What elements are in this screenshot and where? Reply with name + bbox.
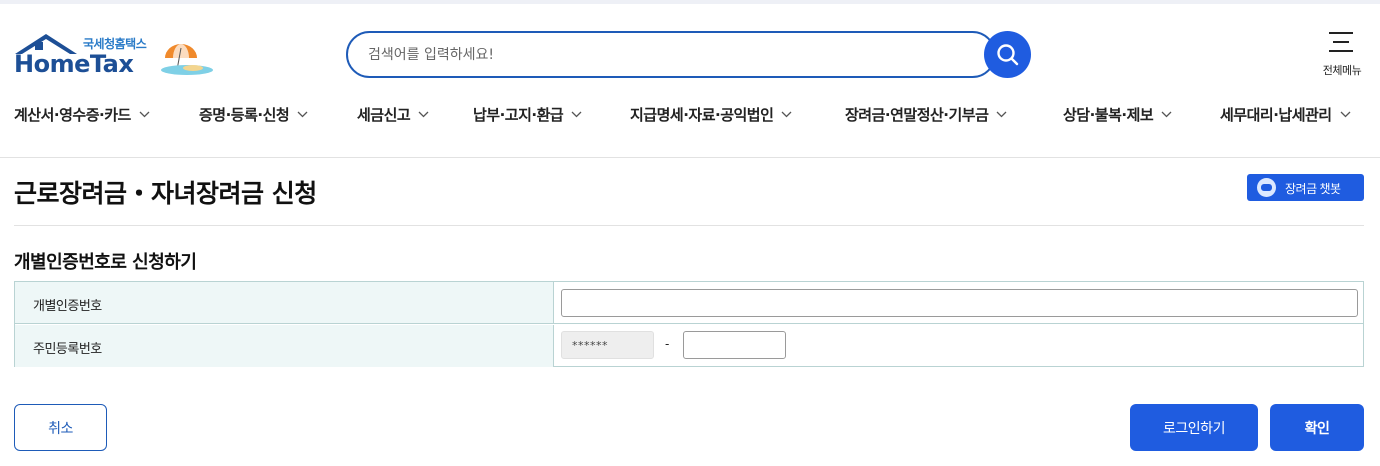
search-input[interactable] bbox=[368, 45, 968, 65]
full-menu-label: 전체메뉴 bbox=[1322, 64, 1362, 77]
nav-item-consulting[interactable]: 상담·불복·제보 bbox=[1063, 104, 1172, 125]
rrn-front-value: ****** bbox=[572, 339, 608, 352]
chevron-down-icon bbox=[781, 111, 792, 118]
chatbot-icon bbox=[1257, 178, 1276, 197]
nav-item-tax-filing[interactable]: 세금신고 bbox=[357, 104, 429, 125]
nav-divider bbox=[0, 157, 1380, 158]
form-label-cell: 개별인증번호 bbox=[15, 282, 554, 323]
chevron-down-icon bbox=[139, 111, 150, 118]
nav-item-certificates[interactable]: 증명·등록·신청 bbox=[199, 104, 308, 125]
chevron-down-icon bbox=[1161, 111, 1172, 118]
login-button[interactable]: 로그인하기 bbox=[1130, 404, 1258, 451]
nav-item-invoices[interactable]: 계산서·영수증·카드 bbox=[14, 104, 150, 125]
cert-number-label: 개별인증번호 bbox=[33, 299, 102, 314]
full-menu-button[interactable]: 전체메뉴 bbox=[1312, 30, 1372, 80]
rrn-back-input[interactable] bbox=[683, 331, 786, 359]
form-row-cert-number: 개별인증번호 bbox=[15, 282, 1363, 324]
application-form-table: 개별인증번호 주민등록번호 ****** - bbox=[14, 281, 1364, 367]
rrn-dash: - bbox=[665, 337, 670, 351]
search-icon bbox=[997, 44, 1019, 66]
form-value-cell bbox=[555, 282, 1363, 323]
form-row-rrn: 주민등록번호 ****** - bbox=[15, 325, 1363, 367]
search-button[interactable] bbox=[984, 31, 1031, 78]
rrn-front-field: ****** bbox=[561, 331, 654, 359]
form-value-cell: ****** - bbox=[555, 325, 1363, 367]
incentive-chatbot-button[interactable]: 장려금 챗봇 bbox=[1247, 174, 1364, 201]
chevron-down-icon bbox=[996, 111, 1007, 118]
hamburger-icon bbox=[1329, 32, 1353, 52]
main-nav: 계산서·영수증·카드 증명·등록·신청 세금신고 납부·고지·환급 지급명세·자… bbox=[0, 104, 1380, 134]
cancel-button[interactable]: 취소 bbox=[14, 404, 107, 451]
page-title: 근로장려금・자녀장려금 신청 bbox=[14, 179, 317, 208]
chevron-down-icon bbox=[418, 111, 429, 118]
section-title: 개별인증번호로 신청하기 bbox=[14, 252, 197, 273]
form-label-cell: 주민등록번호 bbox=[15, 325, 554, 367]
nav-item-payment[interactable]: 납부·고지·환급 bbox=[473, 104, 582, 125]
confirm-button[interactable]: 확인 bbox=[1270, 404, 1364, 451]
rrn-label: 주민등록번호 bbox=[33, 342, 102, 357]
logo-wordmark: HomeTax bbox=[14, 50, 134, 78]
cert-number-input[interactable] bbox=[561, 289, 1358, 317]
chevron-down-icon bbox=[1340, 111, 1351, 118]
top-accent-line bbox=[0, 0, 1380, 4]
chevron-down-icon bbox=[571, 111, 582, 118]
title-divider bbox=[14, 225, 1364, 226]
nav-item-statements[interactable]: 지급명세·자료·공익법인 bbox=[630, 104, 792, 125]
hometax-logo[interactable]: 국세청홈택스 HomeTax bbox=[13, 32, 218, 80]
nav-item-tax-agent[interactable]: 세무대리·납세관리 bbox=[1220, 104, 1351, 125]
chatbot-label: 장려금 챗봇 bbox=[1285, 182, 1341, 196]
chevron-down-icon bbox=[297, 111, 308, 118]
search-box bbox=[346, 31, 996, 78]
nav-item-incentives[interactable]: 장려금·연말정산·기부금 bbox=[845, 104, 1007, 125]
